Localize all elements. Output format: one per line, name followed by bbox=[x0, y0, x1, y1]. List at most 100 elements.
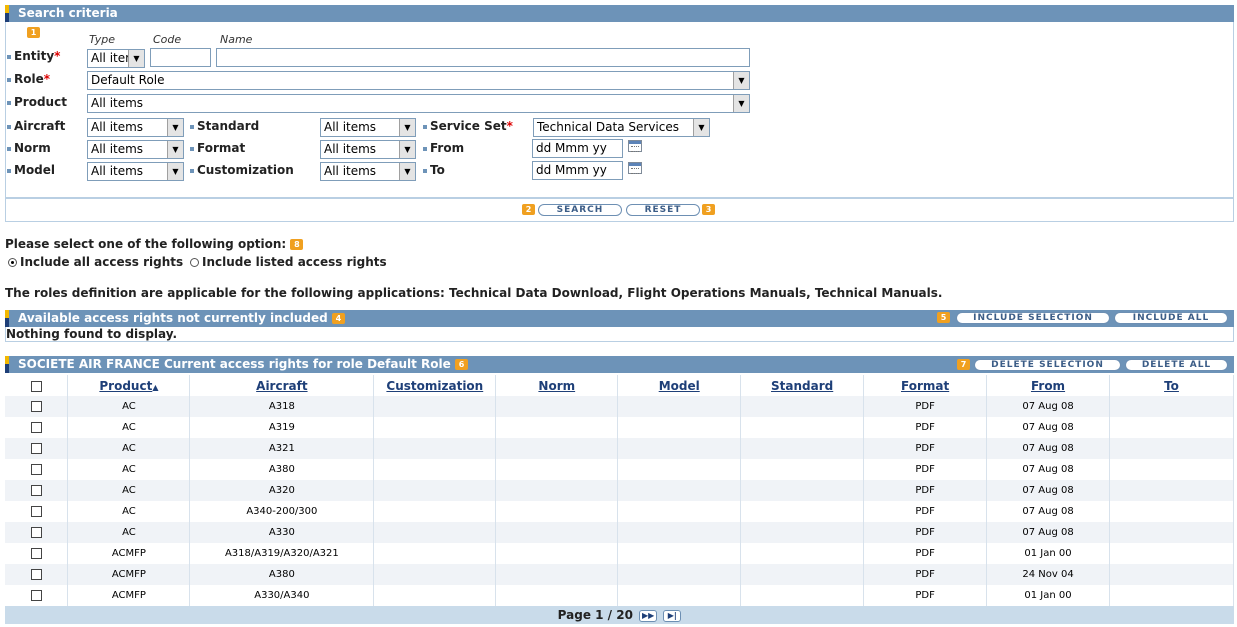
cell-standard bbox=[740, 417, 865, 438]
to-date-input[interactable]: dd Mmm yy bbox=[532, 161, 623, 180]
cell-from: 07 Aug 08 bbox=[986, 417, 1110, 438]
column-header-product[interactable]: Product▲ bbox=[67, 375, 191, 396]
available-rights-panel bbox=[5, 327, 1234, 342]
table-row: AC A320 PDF 07 Aug 08 bbox=[5, 480, 1234, 501]
cell-customization bbox=[373, 585, 497, 606]
row-checkbox[interactable] bbox=[30, 442, 42, 454]
table-row: ACMFP A330/A340 PDF 01 Jan 00 bbox=[5, 585, 1234, 606]
code-column-hint: Code bbox=[153, 33, 182, 46]
cell-model bbox=[617, 417, 742, 438]
product-select[interactable]: All items ▼ bbox=[87, 94, 750, 113]
current-rights-title: SOCIETE AIR FRANCE Current access rights… bbox=[18, 357, 451, 371]
cell-standard bbox=[740, 585, 865, 606]
last-page-icon[interactable]: ▶| bbox=[663, 609, 682, 622]
calendar-icon[interactable] bbox=[628, 140, 642, 152]
column-header-norm[interactable]: Norm bbox=[495, 375, 619, 396]
column-header-customization[interactable]: Customization bbox=[373, 375, 497, 396]
table-row: AC A340-200/300 PDF 07 Aug 08 bbox=[5, 501, 1234, 522]
entity-name-input[interactable] bbox=[216, 48, 750, 67]
delete-selection-button[interactable]: DELETE SELECTION bbox=[974, 359, 1121, 371]
step-badge-7: 7 bbox=[957, 359, 970, 370]
reset-button[interactable]: RESET bbox=[626, 204, 700, 216]
row-checkbox[interactable] bbox=[30, 421, 42, 433]
cell-standard bbox=[740, 501, 865, 522]
from-date-input[interactable]: dd Mmm yy bbox=[532, 139, 623, 158]
column-header-model[interactable]: Model bbox=[617, 375, 742, 396]
chevron-down-icon: ▼ bbox=[167, 163, 183, 180]
column-header-aircraft[interactable]: Aircraft bbox=[189, 375, 375, 396]
row-checkbox[interactable] bbox=[30, 526, 42, 538]
chevron-down-icon: ▼ bbox=[167, 141, 183, 158]
cell-norm bbox=[495, 522, 619, 543]
include-selection-button[interactable]: INCLUDE SELECTION bbox=[956, 312, 1110, 324]
cell-product: AC bbox=[67, 480, 191, 501]
cell-from: 01 Jan 00 bbox=[986, 585, 1110, 606]
cell-from: 07 Aug 08 bbox=[986, 459, 1110, 480]
select-all-checkbox[interactable] bbox=[30, 380, 42, 392]
entity-code-input[interactable] bbox=[150, 48, 211, 67]
step-badge-3: 3 bbox=[702, 204, 715, 215]
cell-norm bbox=[495, 585, 619, 606]
cell-product: AC bbox=[67, 459, 191, 480]
calendar-icon[interactable] bbox=[628, 162, 642, 174]
column-header-to[interactable]: To bbox=[1109, 375, 1234, 396]
cell-product: AC bbox=[67, 396, 191, 417]
available-rights-title: Available access rights not currently in… bbox=[18, 311, 328, 325]
include-listed-radio[interactable]: Include listed access rights bbox=[190, 255, 387, 269]
format-select[interactable]: All items ▼ bbox=[320, 140, 416, 159]
cell-product: ACMFP bbox=[67, 585, 191, 606]
cell-from: 07 Aug 08 bbox=[986, 396, 1110, 417]
search-criteria-title: Search criteria bbox=[18, 6, 118, 20]
step-badge-8: 8 bbox=[290, 239, 304, 250]
entity-type-select[interactable]: All iter ▼ bbox=[87, 49, 145, 68]
cell-to bbox=[1109, 543, 1234, 564]
cell-from: 24 Nov 04 bbox=[986, 564, 1110, 585]
chevron-down-icon: ▼ bbox=[128, 50, 144, 67]
pagination-text: Page 1 / 20 bbox=[557, 608, 633, 622]
service-set-label: Service Set* bbox=[423, 119, 513, 133]
model-select[interactable]: All items ▼ bbox=[87, 162, 184, 181]
chevron-down-icon: ▼ bbox=[693, 119, 709, 136]
customization-label: Customization bbox=[190, 163, 294, 177]
cell-aircraft: A380 bbox=[189, 459, 375, 480]
row-checkbox[interactable] bbox=[30, 505, 42, 517]
column-header-from[interactable]: From bbox=[986, 375, 1110, 396]
delete-all-button[interactable]: DELETE ALL bbox=[1125, 359, 1228, 371]
search-button[interactable]: SEARCH bbox=[538, 204, 622, 216]
cell-standard bbox=[740, 396, 865, 417]
customization-select[interactable]: All items ▼ bbox=[320, 162, 416, 181]
cell-format: PDF bbox=[863, 396, 988, 417]
cell-from: 07 Aug 08 bbox=[986, 522, 1110, 543]
cell-customization bbox=[373, 501, 497, 522]
norm-select[interactable]: All items ▼ bbox=[87, 140, 184, 159]
next-page-icon[interactable]: ▶▶ bbox=[639, 609, 658, 622]
cell-norm bbox=[495, 396, 619, 417]
row-checkbox[interactable] bbox=[30, 589, 42, 601]
cell-model bbox=[617, 585, 742, 606]
row-checkbox[interactable] bbox=[30, 568, 42, 580]
cell-to bbox=[1109, 396, 1234, 417]
column-header-format[interactable]: Format bbox=[863, 375, 988, 396]
cell-format: PDF bbox=[863, 480, 988, 501]
cell-from: 07 Aug 08 bbox=[986, 438, 1110, 459]
standard-select[interactable]: All items ▼ bbox=[320, 118, 416, 137]
cell-customization bbox=[373, 417, 497, 438]
cell-product: AC bbox=[67, 438, 191, 459]
cell-customization bbox=[373, 480, 497, 501]
include-all-radio[interactable]: Include all access rights bbox=[8, 255, 183, 269]
row-checkbox[interactable] bbox=[30, 463, 42, 475]
aircraft-select[interactable]: All items ▼ bbox=[87, 118, 184, 137]
empty-message: Nothing found to display. bbox=[6, 327, 178, 341]
cell-aircraft: A318 bbox=[189, 396, 375, 417]
type-column-hint: Type bbox=[89, 33, 116, 46]
cell-customization bbox=[373, 543, 497, 564]
include-all-button[interactable]: INCLUDE ALL bbox=[1114, 312, 1228, 324]
cell-format: PDF bbox=[863, 459, 988, 480]
row-checkbox[interactable] bbox=[30, 484, 42, 496]
row-checkbox[interactable] bbox=[30, 400, 42, 412]
row-checkbox[interactable] bbox=[30, 547, 42, 559]
cell-product: ACMFP bbox=[67, 564, 191, 585]
role-select[interactable]: Default Role ▼ bbox=[87, 71, 750, 90]
column-header-standard[interactable]: Standard bbox=[740, 375, 865, 396]
service-set-select[interactable]: Technical Data Services ▼ bbox=[533, 118, 710, 137]
